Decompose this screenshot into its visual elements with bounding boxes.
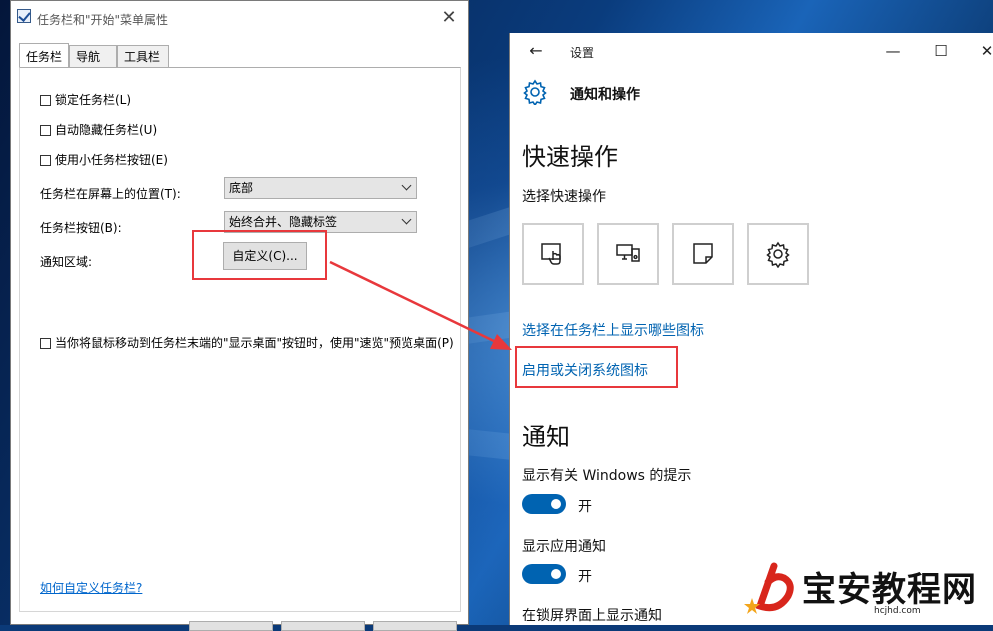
quick-action-project[interactable] xyxy=(597,223,659,285)
checkbox-box[interactable] xyxy=(40,338,51,349)
app-notifications-state: 开 xyxy=(578,569,592,585)
tablet-mode-icon xyxy=(541,243,561,265)
annotation-highlight-system-icons xyxy=(515,346,678,388)
windows-tips-state: 开 xyxy=(578,499,592,515)
close-icon[interactable]: ✕ xyxy=(438,7,460,29)
checkbox-label: 自动隐藏任务栏(U) xyxy=(55,123,158,137)
taskbar-properties-icon xyxy=(17,9,31,23)
chevron-down-icon xyxy=(401,180,412,191)
settings-window-title: 设置 xyxy=(570,46,595,60)
cancel-button[interactable] xyxy=(281,621,365,631)
annotation-highlight-customize xyxy=(192,230,327,280)
site-watermark: 宝安教程网 hcjhd.com xyxy=(744,562,984,622)
taskbar-properties-dialog: 任务栏和"开始"菜单属性 ✕ 任务栏 导航 工具栏 锁定任务栏(L) 自动隐藏任… xyxy=(10,0,469,631)
gear-icon xyxy=(523,79,547,105)
lock-taskbar-checkbox[interactable]: 锁定任务栏(L) xyxy=(40,91,131,108)
auto-hide-checkbox[interactable]: 自动隐藏任务栏(U) xyxy=(40,121,157,138)
settings-window: ← 设置 — ☐ ✕ 通知和操作 快速操作 选择快速操作 选择在任务栏上显示哪些… xyxy=(509,33,993,625)
settings-titlebar[interactable]: ← 设置 — ☐ ✕ xyxy=(510,33,993,71)
app-notifications-label: 显示应用通知 xyxy=(522,539,606,555)
project-icon xyxy=(616,244,640,262)
help-link[interactable]: 如何自定义任务栏? xyxy=(40,579,142,596)
maximize-icon[interactable]: ☐ xyxy=(926,39,956,63)
app-notifications-toggle[interactable] xyxy=(522,564,566,584)
windows-tips-toggle[interactable] xyxy=(522,494,566,514)
quick-action-tablet-mode[interactable] xyxy=(522,223,584,285)
dialog-title: 任务栏和"开始"菜单属性 xyxy=(37,13,169,27)
settings-gear-icon xyxy=(766,241,790,268)
apply-button[interactable] xyxy=(373,621,457,631)
peek-checkbox[interactable]: 当你将鼠标移动到任务栏末端的"显示桌面"按钮时，使用"速览"预览桌面(P) xyxy=(40,334,454,351)
tab-toolbars[interactable]: 工具栏 xyxy=(117,45,169,67)
quick-action-all-settings[interactable] xyxy=(747,223,809,285)
quick-actions-subtitle: 选择快速操作 xyxy=(522,189,606,205)
lock-screen-notifications-label: 在锁屏界面上显示通知 xyxy=(522,608,662,624)
close-icon[interactable]: ✕ xyxy=(972,39,993,63)
select-value: 始终合并、隐藏标签 xyxy=(229,215,338,229)
checkbox-box[interactable] xyxy=(40,155,51,166)
quick-action-note[interactable] xyxy=(672,223,734,285)
watermark-text: 宝安教程网 xyxy=(802,570,977,610)
tab-taskbar[interactable]: 任务栏 xyxy=(19,43,69,67)
tab-navigation[interactable]: 导航 xyxy=(69,45,117,67)
checkbox-box[interactable] xyxy=(40,125,51,136)
taskbar-position-label: 任务栏在屏幕上的位置(T): xyxy=(40,187,181,201)
checkbox-label: 使用小任务栏按钮(E) xyxy=(55,153,168,167)
watermark-url: hcjhd.com xyxy=(874,606,921,616)
quick-actions-heading: 快速操作 xyxy=(522,143,618,171)
back-arrow-icon[interactable]: ← xyxy=(526,41,546,61)
link-taskbar-icons[interactable]: 选择在任务栏上显示哪些图标 xyxy=(522,320,704,340)
ok-button[interactable] xyxy=(189,621,273,631)
windows-tips-label: 显示有关 Windows 的提示 xyxy=(522,468,692,484)
select-value: 底部 xyxy=(229,181,254,195)
watermark-logo-icon xyxy=(744,562,794,614)
small-buttons-checkbox[interactable]: 使用小任务栏按钮(E) xyxy=(40,151,168,168)
chevron-down-icon xyxy=(401,214,412,225)
checkbox-label: 当你将鼠标移动到任务栏末端的"显示桌面"按钮时，使用"速览"预览桌面(P) xyxy=(55,336,454,350)
taskbar-buttons-label: 任务栏按钮(B): xyxy=(40,221,122,235)
notification-area-label: 通知区域: xyxy=(40,255,93,269)
note-icon xyxy=(693,243,713,264)
notifications-heading: 通知 xyxy=(522,423,570,451)
dialog-titlebar[interactable]: 任务栏和"开始"菜单属性 ✕ xyxy=(11,1,468,35)
checkbox-box[interactable] xyxy=(40,95,51,106)
settings-page-header: 通知和操作 xyxy=(510,71,993,115)
taskbar-tab-panel: 锁定任务栏(L) 自动隐藏任务栏(U) 使用小任务栏按钮(E) 任务栏在屏幕上的… xyxy=(19,67,461,612)
taskbar-position-select[interactable]: 底部 xyxy=(224,177,417,199)
checkbox-label: 锁定任务栏(L) xyxy=(55,93,132,107)
page-title: 通知和操作 xyxy=(570,87,640,103)
minimize-icon[interactable]: — xyxy=(878,39,908,63)
